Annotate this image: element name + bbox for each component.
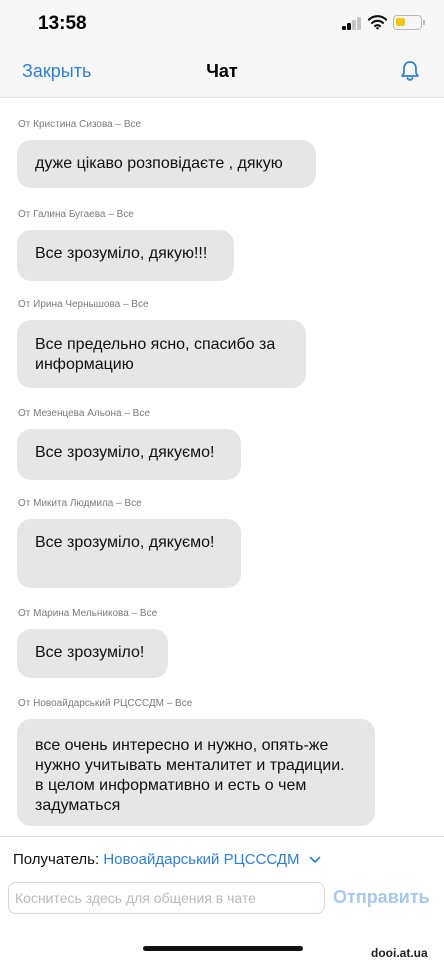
message-sender: От Кристина Сизова – Все — [18, 119, 142, 130]
message-sender: От Марина Мельникова – Все — [18, 608, 158, 619]
message-sender: От Галина Бугаева – Все — [18, 209, 134, 220]
chat-messages[interactable]: От Кристина Сизова – Все дуже цікаво роз… — [0, 98, 444, 836]
message-bubble: Все зрозуміло, дякуємо! — [17, 519, 241, 588]
send-button[interactable]: Отправить — [333, 887, 430, 908]
bell-icon[interactable] — [398, 59, 422, 83]
close-button[interactable]: Закрыть — [22, 61, 91, 82]
recipient-label: Получатель: — [13, 851, 100, 868]
home-indicator[interactable] — [143, 946, 303, 951]
battery-level — [396, 18, 405, 26]
message-input[interactable] — [8, 882, 325, 914]
wifi-icon — [368, 15, 387, 30]
message-sender: От Новоайдарський РЦСССДМ – Все — [18, 698, 193, 709]
chat-message: От Новоайдарський РЦСССДМ – Все все очен… — [17, 698, 375, 826]
nav-bar: Закрыть Чат — [0, 46, 444, 98]
cellular-signal-icon — [342, 17, 362, 30]
message-sender: От Микита Людмила – Все — [18, 498, 142, 509]
message-bubble: Все зрозуміло, дякуємо! — [17, 429, 241, 480]
chat-message: От Микита Людмила – Все Все зрозуміло, д… — [17, 498, 241, 588]
message-bubble: дуже цікаво розповідаєте , дякую — [17, 140, 316, 188]
message-bubble: Все зрозуміло, дякую!!! — [17, 230, 234, 281]
chat-message: От Мезенцева Альона – Все Все зрозуміло,… — [17, 408, 241, 480]
battery-tip — [423, 20, 425, 25]
battery-icon — [393, 15, 422, 30]
chat-message: От Ирина Чернышова – Все Все предельно я… — [17, 299, 306, 388]
status-bar: 13:58 — [0, 0, 444, 46]
message-sender: От Мезенцева Альона – Все — [18, 408, 150, 419]
recipient-select[interactable]: Новоайдарський РЦСССДМ — [103, 851, 299, 868]
chevron-down-icon[interactable] — [309, 856, 321, 864]
message-sender: От Ирина Чернышова – Все — [18, 299, 149, 310]
status-time: 13:58 — [38, 13, 87, 34]
recipient-row[interactable]: Получатель: Новоайдарський РЦСССДМ — [13, 851, 321, 868]
chat-message: От Кристина Сизова – Все дуже цікаво роз… — [17, 119, 316, 188]
chat-message: От Галина Бугаева – Все Все зрозуміло, д… — [17, 209, 234, 281]
chat-message: От Марина Мельникова – Все Все зрозуміло… — [17, 608, 168, 678]
message-bubble: Все зрозуміло! — [17, 629, 168, 678]
message-bubble: Все предельно ясно, спасибо за информаци… — [17, 320, 306, 388]
message-bubble: все очень интересно и нужно, опять-же ну… — [17, 719, 375, 826]
composer: Получатель: Новоайдарський РЦСССДМ Отпра… — [0, 836, 444, 960]
watermark: dooi.at.ua — [371, 946, 428, 960]
